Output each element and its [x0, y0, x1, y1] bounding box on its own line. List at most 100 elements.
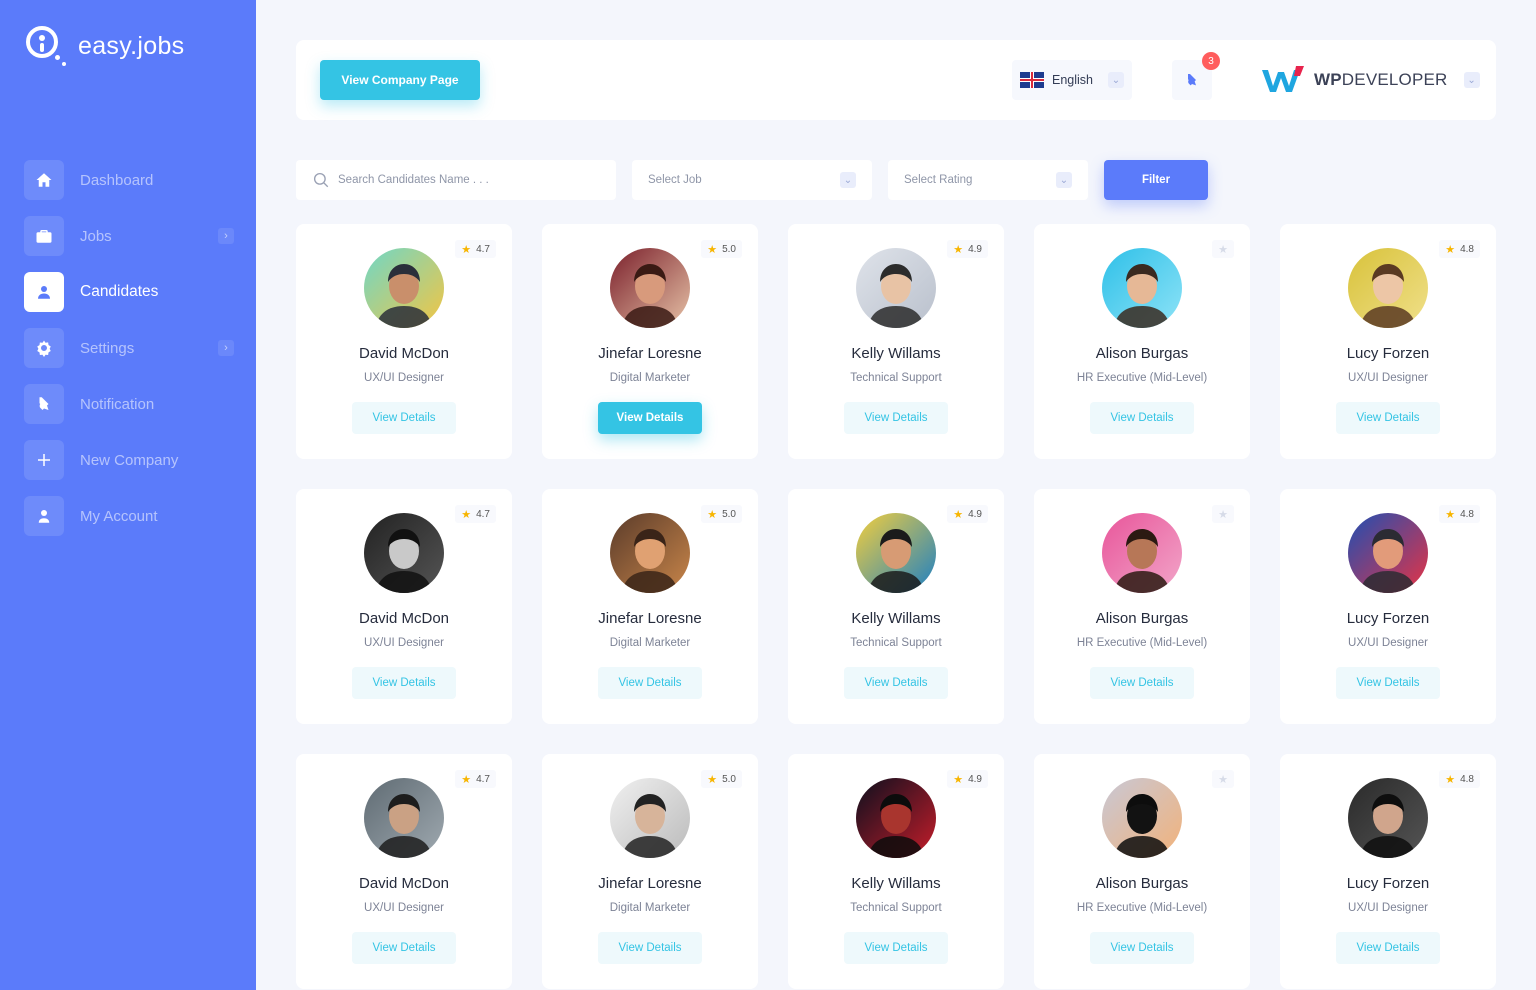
view-details-button[interactable]: View Details — [598, 402, 702, 434]
sidebar-item-jobs[interactable]: Jobs › — [24, 216, 234, 256]
avatar — [1102, 778, 1182, 858]
rating-badge: ★ 4.7 — [455, 770, 496, 788]
star-icon: ★ — [1445, 243, 1456, 256]
candidate-role: UX/UI Designer — [1348, 372, 1428, 384]
sidebar-item-label: New Company — [80, 451, 179, 469]
avatar — [1102, 248, 1182, 328]
job-select[interactable]: Select Job ⌄ — [632, 160, 872, 200]
app-logo[interactable]: easy.jobs — [24, 24, 184, 68]
search-box — [296, 160, 616, 200]
rating-value: 4.8 — [1460, 243, 1474, 255]
sidebar-item-dashboard[interactable]: Dashboard — [24, 160, 234, 200]
view-details-button[interactable]: View Details — [1090, 932, 1194, 964]
avatar-portrait — [1348, 513, 1428, 593]
view-details-button[interactable]: View Details — [598, 932, 702, 964]
search-input[interactable] — [338, 174, 608, 186]
candidate-role: UX/UI Designer — [1348, 902, 1428, 914]
sidebar-item-candidates[interactable]: Candidates — [24, 272, 234, 312]
avatar-portrait — [1102, 513, 1182, 593]
view-details-button[interactable]: View Details — [1336, 932, 1440, 964]
rating-value: 5.0 — [722, 508, 736, 520]
sidebar: easy.jobs Dashboard Jobs › Candidates Se… — [0, 0, 256, 990]
easyjobs-logo-icon — [24, 24, 68, 68]
avatar-portrait — [364, 778, 444, 858]
user-icon — [24, 496, 64, 536]
language-select[interactable]: English ⌄ — [1012, 60, 1132, 100]
star-icon: ★ — [707, 773, 718, 786]
sidebar-item-settings[interactable]: Settings › — [24, 328, 234, 368]
view-details-button[interactable]: View Details — [1090, 402, 1194, 434]
rating-badge: ★ 4.9 — [947, 505, 988, 523]
rating-select[interactable]: Select Rating ⌄ — [888, 160, 1088, 200]
candidate-role: UX/UI Designer — [364, 637, 444, 649]
rating-badge: ★ — [1212, 505, 1234, 523]
view-details-button[interactable]: View Details — [598, 667, 702, 699]
view-company-page-button[interactable]: View Company Page — [320, 60, 480, 100]
chevron-down-icon: ⌄ — [1463, 72, 1480, 88]
rating-value: 4.9 — [968, 773, 982, 785]
bell-icon — [1188, 74, 1196, 86]
chevron-right-icon[interactable]: › — [218, 340, 234, 356]
rating-badge: ★ 4.8 — [1439, 505, 1480, 523]
star-icon: ★ — [461, 243, 472, 256]
sidebar-item-notification[interactable]: Notification — [24, 384, 234, 424]
top-bar: View Company Page English ⌄ 3 WPDEVELOPE… — [296, 40, 1496, 120]
view-details-button[interactable]: View Details — [1336, 402, 1440, 434]
candidate-card: ★ 4.7 David McDon UX/UI Designer View De… — [296, 224, 512, 459]
candidate-name: David McDon — [358, 345, 450, 362]
view-details-button[interactable]: View Details — [844, 667, 948, 699]
candidate-name: Jinefar Loresne — [598, 610, 702, 627]
candidate-role: HR Executive (Mid-Level) — [1076, 902, 1208, 914]
avatar — [856, 778, 936, 858]
chevron-down-icon: ⌄ — [1108, 72, 1124, 88]
avatar — [610, 513, 690, 593]
home-icon — [24, 160, 64, 200]
candidate-name: Alison Burgas — [1095, 610, 1189, 627]
rating-badge: ★ 4.9 — [947, 770, 988, 788]
job-select-label: Select Job — [648, 174, 702, 186]
rating-value: 4.7 — [476, 773, 490, 785]
candidate-card: ★ 4.9 Kelly Willams Technical Support Vi… — [788, 224, 1004, 459]
rating-value: 5.0 — [722, 243, 736, 255]
sidebar-item-new-company[interactable]: New Company — [24, 440, 234, 480]
avatar — [856, 513, 936, 593]
view-details-button[interactable]: View Details — [844, 932, 948, 964]
view-details-button[interactable]: View Details — [352, 402, 456, 434]
candidate-role: Technical Support — [850, 372, 942, 384]
avatar-portrait — [856, 248, 936, 328]
gear-icon — [24, 328, 64, 368]
rating-badge: ★ 4.8 — [1439, 770, 1480, 788]
view-details-button[interactable]: View Details — [1090, 667, 1194, 699]
chevron-down-icon: ⌄ — [840, 172, 856, 188]
briefcase-icon — [24, 216, 64, 256]
candidate-card: ★ 4.9 Kelly Willams Technical Support Vi… — [788, 489, 1004, 724]
candidate-card: ★ 5.0 Jinefar Loresne Digital Marketer V… — [542, 489, 758, 724]
chevron-right-icon[interactable]: › — [218, 228, 234, 244]
rating-value: 4.8 — [1460, 773, 1474, 785]
sidebar-item-my-account[interactable]: My Account — [24, 496, 234, 536]
candidate-card: ★ 5.0 Jinefar Loresne Digital Marketer V… — [542, 224, 758, 459]
company-switcher[interactable]: WPDEVELOPER ⌄ — [1260, 64, 1480, 96]
company-name-bold: WP — [1314, 70, 1342, 89]
avatar — [610, 248, 690, 328]
avatar-portrait — [856, 513, 936, 593]
notification-count-badge: 3 — [1202, 52, 1220, 70]
avatar — [856, 248, 936, 328]
rating-badge: ★ — [1212, 240, 1234, 258]
candidate-card: ★ Alison Burgas HR Executive (Mid-Level)… — [1034, 754, 1250, 989]
view-details-button[interactable]: View Details — [1336, 667, 1440, 699]
star-icon: ★ — [707, 508, 718, 521]
view-details-button[interactable]: View Details — [352, 932, 456, 964]
candidate-role: UX/UI Designer — [1348, 637, 1428, 649]
avatar — [1348, 778, 1428, 858]
sidebar-item-label: My Account — [80, 507, 158, 525]
filter-button[interactable]: Filter — [1104, 160, 1208, 200]
avatar — [364, 778, 444, 858]
rating-badge: ★ 4.9 — [947, 240, 988, 258]
avatar-portrait — [364, 248, 444, 328]
candidate-name: Kelly Willams — [851, 875, 941, 892]
view-details-button[interactable]: View Details — [844, 402, 948, 434]
candidate-name: David McDon — [358, 875, 450, 892]
wpdeveloper-logo-icon — [1262, 66, 1304, 92]
view-details-button[interactable]: View Details — [352, 667, 456, 699]
